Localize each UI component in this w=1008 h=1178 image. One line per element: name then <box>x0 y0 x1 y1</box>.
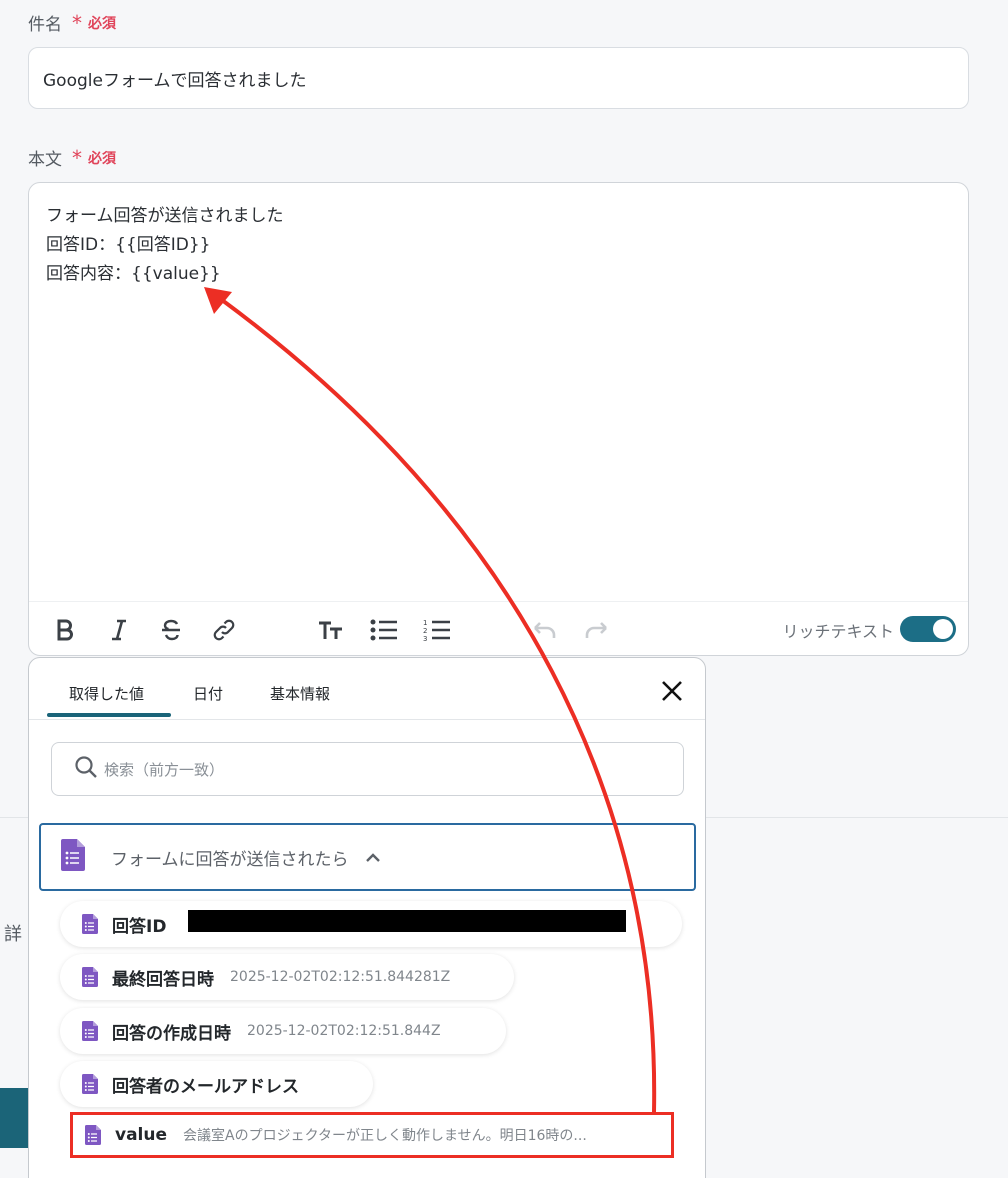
item-value: 2025-12-02T02:12:51.844281Z <box>230 969 451 985</box>
undo-icon[interactable] <box>530 616 558 644</box>
item-name: 回答の作成日時 <box>112 1023 231 1044</box>
google-forms-icon <box>82 1074 98 1094</box>
google-forms-icon <box>82 967 98 987</box>
close-icon[interactable] <box>659 678 685 704</box>
item-value: 2025-12-02T02:12:51.844Z <box>247 1023 441 1039</box>
item-name: 回答者のメールアドレス <box>112 1076 299 1097</box>
body-line: 回答内容：{{value}} <box>46 264 221 284</box>
search-icon <box>74 755 98 783</box>
subject-value: Googleフォームで回答されました <box>43 70 307 91</box>
item-value: 会議室Aのプロジェクターが正しく動作しません。明日16時の... <box>183 1128 587 1144</box>
google-forms-icon <box>85 1125 101 1145</box>
item-name: 最終回答日時 <box>112 969 214 990</box>
svg-text:2: 2 <box>423 627 427 635</box>
required-text: 必須 <box>88 15 116 32</box>
list-item-value-highlighted[interactable]: value 会議室Aのプロジェクターが正しく動作しません。明日16時の... <box>70 1112 674 1158</box>
tab-date[interactable]: 日付 <box>193 683 223 704</box>
active-tab-indicator <box>47 713 171 717</box>
required-star: * <box>72 10 82 35</box>
google-forms-icon <box>82 1021 98 1041</box>
google-forms-icon <box>61 839 85 875</box>
google-forms-icon <box>82 914 98 934</box>
item-name: 回答ID <box>112 916 167 937</box>
partial-side-button[interactable] <box>0 1088 30 1148</box>
redaction-bar <box>188 910 626 932</box>
chevron-up-icon <box>365 848 381 867</box>
subject-input[interactable]: Googleフォームで回答されました <box>28 47 969 109</box>
bullet-list-icon[interactable] <box>370 616 398 644</box>
text-size-icon[interactable] <box>317 616 345 644</box>
redo-icon[interactable] <box>583 616 611 644</box>
list-item[interactable]: 最終回答日時 2025-12-02T02:12:51.844281Z <box>60 954 514 1000</box>
body-line: フォーム回答が送信されました <box>46 206 284 226</box>
rich-text-label: リッチテキスト <box>782 622 894 641</box>
list-item[interactable]: 回答の作成日時 2025-12-02T02:12:51.844Z <box>60 1008 506 1054</box>
search-input[interactable]: 検索（前方一致） <box>51 742 684 796</box>
subject-label: 件名 <box>28 15 62 35</box>
editor-toolbar: 123 リッチテキスト <box>29 601 968 657</box>
tab-basic-info[interactable]: 基本情報 <box>270 683 330 704</box>
body-label-row: 本文 * 必須 <box>28 145 116 171</box>
link-icon[interactable] <box>210 616 238 644</box>
required-text: 必須 <box>88 150 116 167</box>
required-star: * <box>72 145 82 170</box>
italic-icon[interactable] <box>105 616 133 644</box>
rich-text-toggle[interactable] <box>900 616 956 642</box>
body-text[interactable]: フォーム回答が送信されました 回答ID：{{回答ID}} 回答内容：{{valu… <box>46 202 284 289</box>
svg-text:1: 1 <box>423 619 427 627</box>
tab-acquired-values[interactable]: 取得した値 <box>69 683 144 704</box>
picker-tabs: 取得した値 日付 基本情報 <box>29 658 705 720</box>
subject-label-row: 件名 * 必須 <box>28 10 116 36</box>
strikethrough-icon[interactable] <box>157 616 185 644</box>
body-editor[interactable]: フォーム回答が送信されました 回答ID：{{回答ID}} 回答内容：{{valu… <box>28 182 969 656</box>
body-line: 回答ID：{{回答ID}} <box>46 235 211 255</box>
toggle-knob <box>933 619 953 639</box>
svg-text:3: 3 <box>423 635 427 642</box>
partial-side-label: 詳 <box>4 924 22 945</box>
search-placeholder: 検索（前方一致） <box>104 760 225 779</box>
item-name: value <box>115 1125 168 1145</box>
group-title: フォームに回答が送信されたら <box>111 849 349 870</box>
numbered-list-icon[interactable]: 123 <box>423 616 451 644</box>
group-header-form-response[interactable]: フォームに回答が送信されたら <box>39 823 696 891</box>
body-label: 本文 <box>28 150 62 170</box>
list-item[interactable]: 回答者のメールアドレス <box>60 1061 373 1107</box>
bold-icon[interactable] <box>51 616 79 644</box>
